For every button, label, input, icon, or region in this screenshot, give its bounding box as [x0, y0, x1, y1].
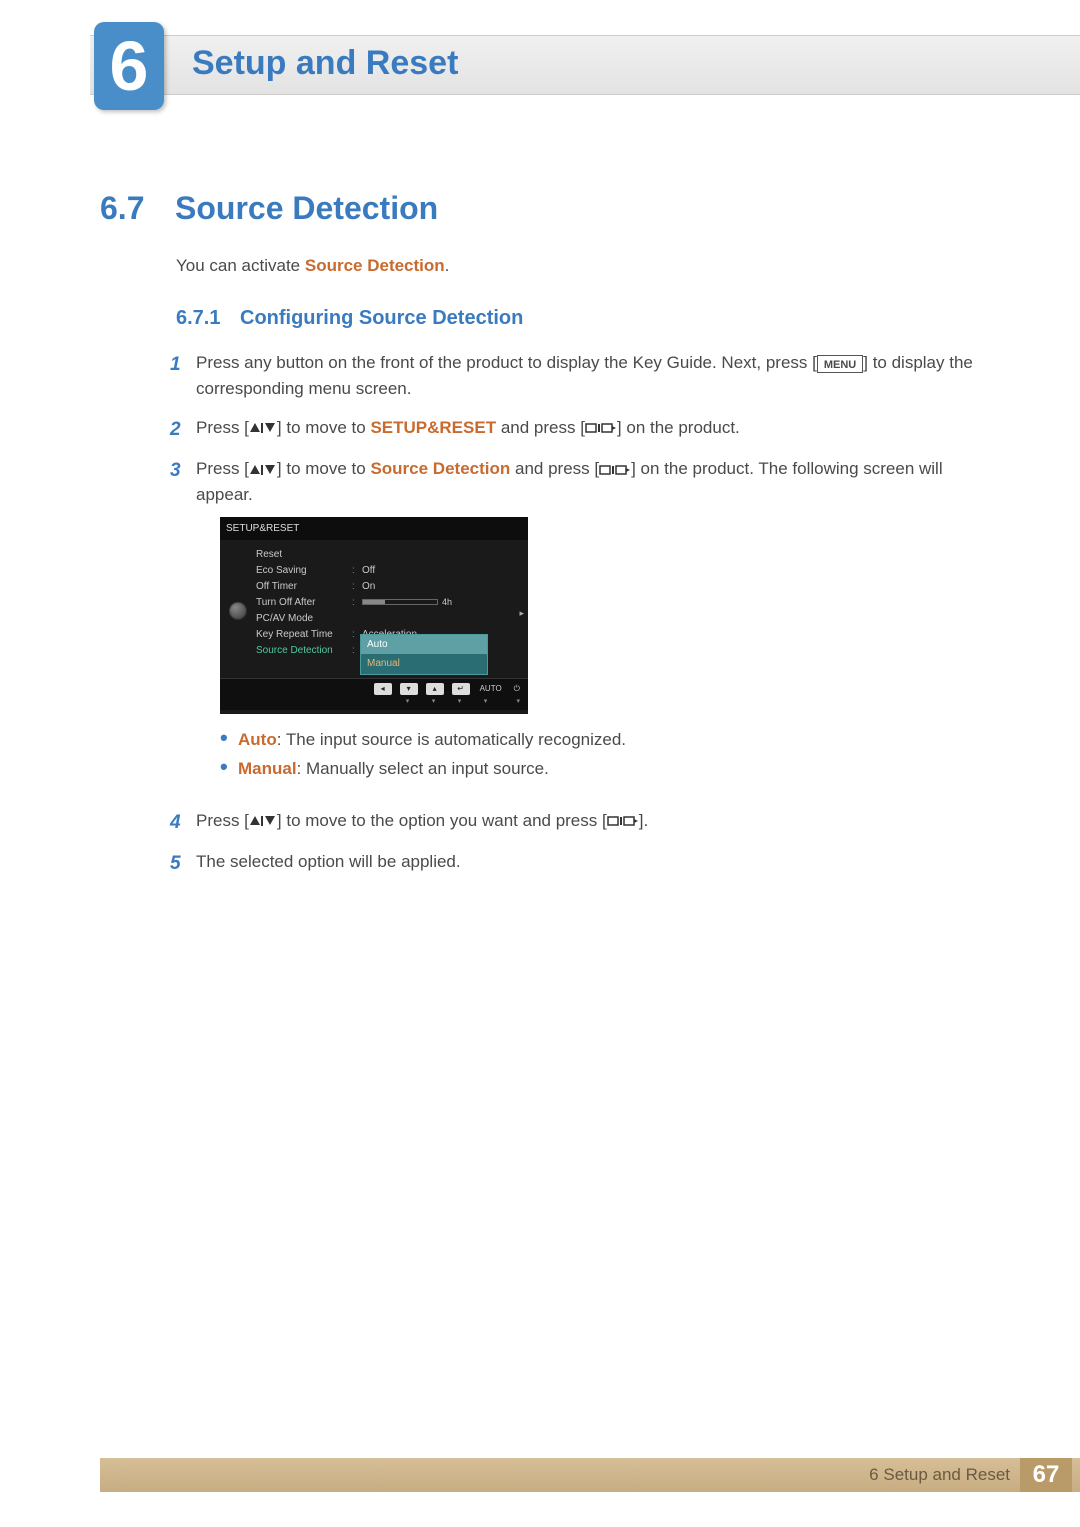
step-body: Press [ ] to move to the option you want …	[196, 808, 980, 837]
steps-list: 1 Press any button on the front of the p…	[170, 350, 980, 891]
text: ] to move to	[277, 418, 371, 437]
osd-row-pcav: PC/AV Mode	[252, 610, 524, 626]
step-body: Press any button on the front of the pro…	[196, 350, 980, 403]
text: Press [	[196, 418, 249, 437]
intro-highlight: Source Detection	[305, 256, 445, 275]
bullet-auto: •Auto: The input source is automatically…	[220, 726, 980, 755]
osd-screenshot: SETUP&RESET Reset Eco Saving:Off Off Tim…	[220, 517, 980, 714]
back-icon: ◂	[374, 683, 392, 695]
section-title: Source Detection	[175, 190, 438, 227]
colon: :	[352, 579, 362, 595]
bullet-dot-icon: •	[220, 758, 238, 776]
subsection-title: Configuring Source Detection	[240, 307, 523, 330]
text: ] to move to	[277, 459, 371, 478]
osd-footer-carets: ▾▾▾▾ ▾	[220, 697, 528, 710]
dropdown-item-auto: Auto	[361, 635, 487, 655]
step-body: Press [ ] to move to Source Detection and…	[196, 456, 980, 796]
enter-source-icon	[599, 462, 631, 477]
step-number: 4	[170, 808, 196, 837]
osd-panel: SETUP&RESET Reset Eco Saving:Off Off Tim…	[220, 517, 528, 714]
osd-value: On	[362, 579, 524, 595]
osd-label: Source Detection	[256, 643, 352, 659]
text: Press any button on the front of the pro…	[196, 353, 817, 372]
menu-button-chip: MENU	[817, 355, 863, 373]
bullet-highlight: Auto	[238, 730, 277, 749]
down-icon: ▾	[400, 683, 418, 695]
step-body: The selected option will be applied.	[196, 849, 980, 878]
step-number: 5	[170, 849, 196, 878]
step-number: 1	[170, 350, 196, 403]
step-2: 2 Press [ ] to move to SETUP&RESET and pr…	[170, 415, 980, 444]
osd-row-offtimer: Off Timer:On	[252, 578, 524, 594]
bullet-text: : The input source is automatically reco…	[277, 730, 626, 749]
osd-row-reset: Reset	[252, 546, 524, 562]
gear-icon	[229, 602, 247, 620]
osd-dropdown: Auto Manual	[360, 634, 488, 675]
intro-text: You can activate Source Detection.	[176, 256, 980, 276]
enter-source-icon	[607, 814, 639, 829]
osd-value: 4h	[362, 595, 524, 611]
step-1: 1 Press any button on the front of the p…	[170, 350, 980, 403]
footer-text: 6 Setup and Reset	[869, 1465, 1010, 1485]
caret-right-icon: ▸	[519, 607, 524, 621]
bullet-text: : Manually select an input source.	[297, 759, 549, 778]
osd-icon-column	[224, 546, 252, 676]
highlight: Source Detection	[370, 459, 510, 478]
osd-title: SETUP&RESET	[220, 517, 528, 541]
osd-label: Reset	[256, 547, 352, 563]
power-icon: ⏻	[512, 683, 522, 695]
step-3: 3 Press [ ] to move to Source Detection a…	[170, 456, 980, 796]
osd-label: Key Repeat Time	[256, 627, 352, 643]
section-number: 6.7	[100, 190, 144, 227]
text: ] to move to the option you want and pre…	[277, 811, 607, 830]
bullet-highlight: Manual	[238, 759, 297, 778]
step-number: 2	[170, 415, 196, 444]
colon: :	[352, 595, 362, 611]
page-footer: 6 Setup and Reset 67	[100, 1458, 1080, 1492]
text: ].	[639, 811, 648, 830]
osd-label: Turn Off After	[256, 595, 352, 611]
text: Press [	[196, 811, 249, 830]
subsection-number: 6.7.1	[176, 307, 220, 330]
text: Press [	[196, 459, 249, 478]
text: and press [	[496, 418, 585, 437]
intro-after: .	[445, 256, 450, 275]
auto-label: AUTO	[478, 683, 504, 695]
up-down-icon	[249, 462, 277, 477]
slider-icon	[362, 599, 438, 605]
osd-value: Off	[362, 563, 524, 579]
slider-value: 4h	[442, 597, 452, 607]
intro-before: You can activate	[176, 256, 305, 275]
bullet-list: •Auto: The input source is automatically…	[220, 726, 980, 784]
text: ] on the product.	[617, 418, 740, 437]
up-down-icon	[249, 814, 277, 829]
highlight: SETUP&RESET	[370, 418, 496, 437]
text: and press [	[510, 459, 599, 478]
step-body: Press [ ] to move to SETUP&RESET and pres…	[196, 415, 980, 444]
step-5: 5 The selected option will be applied.	[170, 849, 980, 878]
osd-row-eco: Eco Saving:Off	[252, 562, 524, 578]
enter-icon: ↵	[452, 683, 470, 695]
osd-row-turnoff: Turn Off After: 4h	[252, 594, 524, 610]
osd-label: Eco Saving	[256, 563, 352, 579]
enter-source-icon	[585, 421, 617, 436]
step-number: 3	[170, 456, 196, 796]
up-down-icon	[249, 421, 277, 436]
bullet-dot-icon: •	[220, 729, 238, 747]
up-icon: ▴	[426, 683, 444, 695]
osd-label: PC/AV Mode	[256, 611, 352, 627]
osd-footer: ◂ ▾ ▴ ↵ AUTO ⏻	[220, 678, 528, 697]
step-4: 4 Press [ ] to move to the option you wan…	[170, 808, 980, 837]
dropdown-item-manual: Manual	[361, 654, 487, 674]
colon: :	[352, 563, 362, 579]
page-number: 67	[1020, 1458, 1072, 1492]
bullet-manual: •Manual: Manually select an input source…	[220, 755, 980, 784]
chapter-title: Setup and Reset	[192, 44, 458, 83]
chapter-number-badge: 6	[94, 22, 164, 110]
osd-label: Off Timer	[256, 579, 352, 595]
